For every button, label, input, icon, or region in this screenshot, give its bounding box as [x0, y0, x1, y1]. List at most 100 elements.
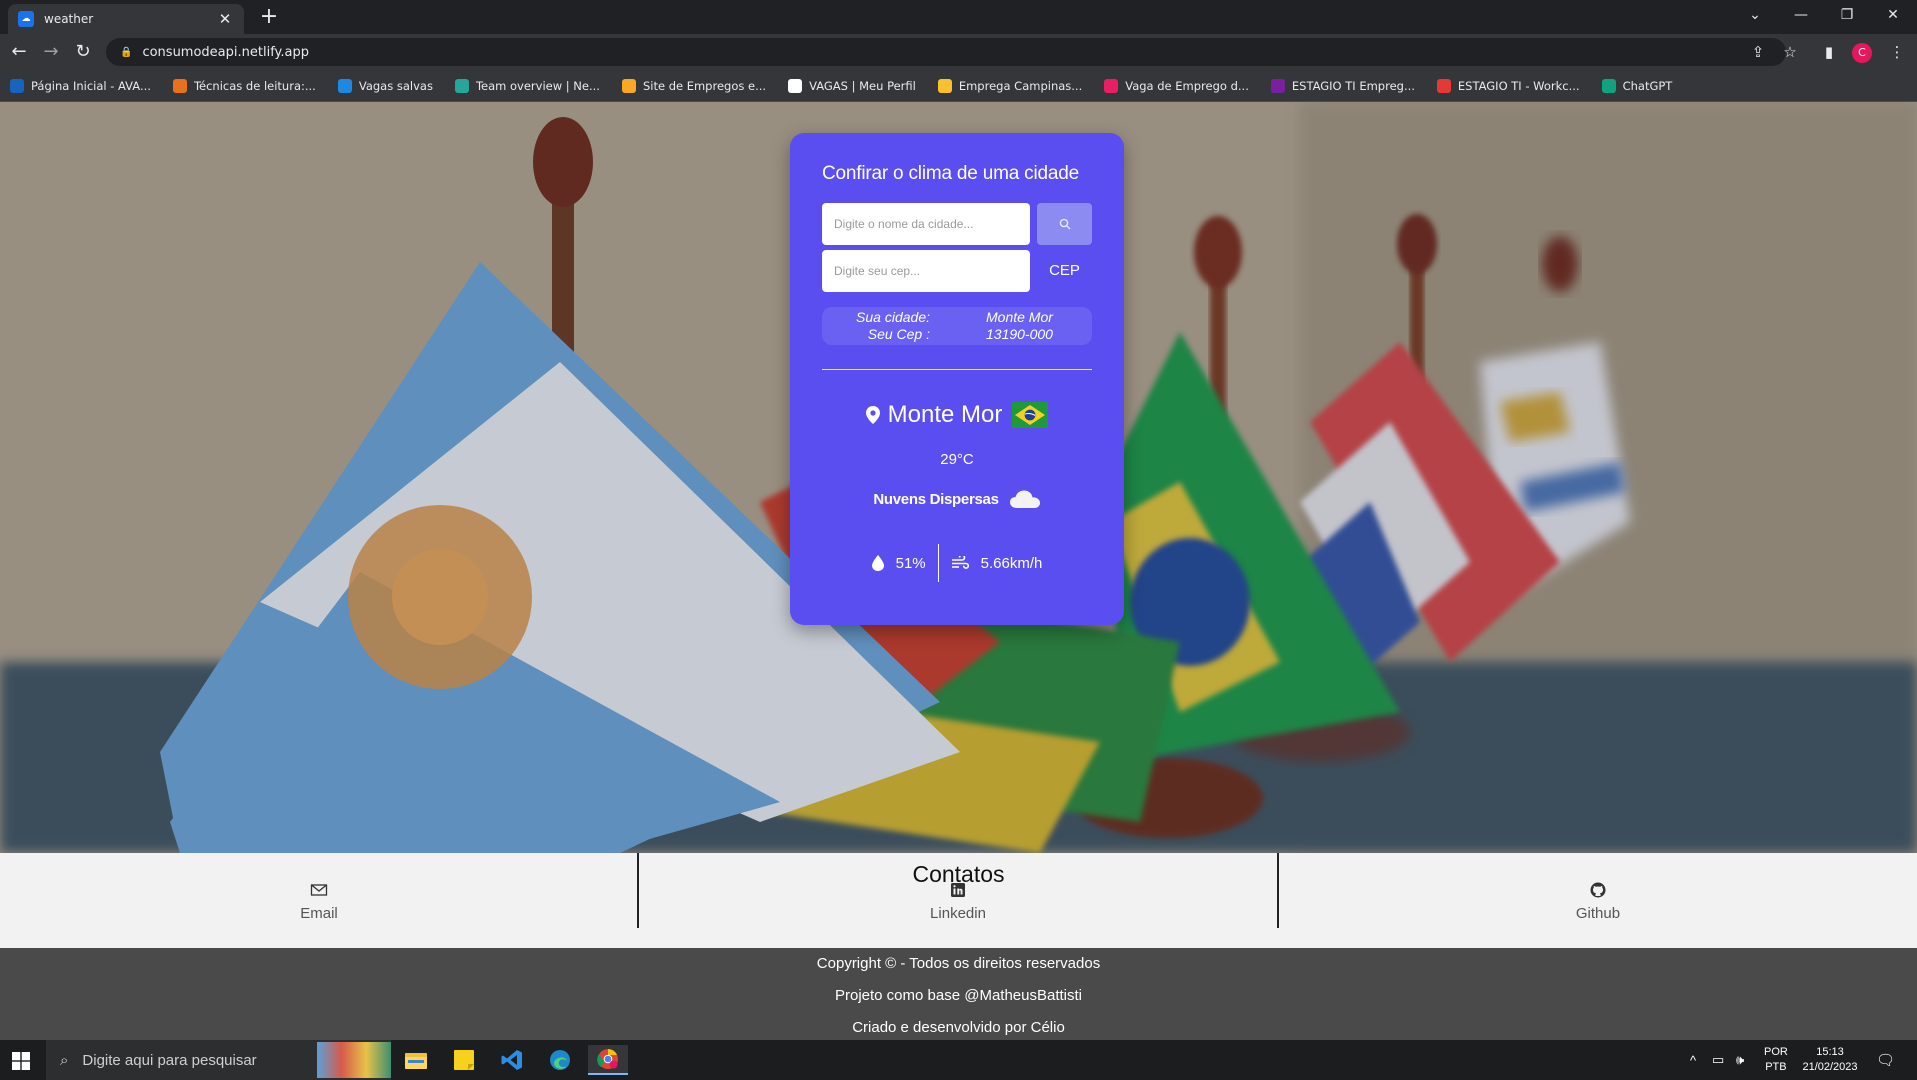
tab-title: weather [44, 12, 94, 26]
bookmark-label: Site de Empregos e... [642, 78, 767, 93]
bookmark-item[interactable]: Vagas salvas [337, 78, 433, 93]
address-bar[interactable]: 🔒 consumodeapi.netlify.app [106, 38, 1786, 66]
windows-taskbar: ⌕ Digite aqui para pesquisar ^ ▭ 🕪 POR P… [0, 1040, 1917, 1080]
bookmark-favicon-icon [621, 78, 636, 93]
taskbar-search-box[interactable]: ⌕ Digite aqui para pesquisar [46, 1040, 391, 1080]
tab-strip: ☁ weather ✕ + ⌄ — ❐ ✕ [0, 0, 1917, 34]
location-pin-icon [865, 406, 880, 424]
taskbar-file-explorer-icon[interactable] [396, 1045, 436, 1075]
cep-input[interactable] [822, 250, 1030, 292]
city-heading: Monte Mor [790, 401, 1124, 429]
share-icon[interactable]: ⇪ [1744, 38, 1772, 66]
bookmark-favicon-icon [1436, 78, 1451, 93]
menu-kebab-icon[interactable]: ⋮ [1883, 38, 1911, 66]
brazil-flag-icon [1012, 402, 1049, 428]
back-icon[interactable]: ← [5, 38, 33, 66]
restore-icon[interactable]: ❐ [1824, 0, 1870, 30]
windows-start-icon[interactable] [12, 1052, 30, 1070]
bookmark-item[interactable]: Site de Empregos e... [621, 78, 767, 93]
bookmark-label: Vaga de Emprego d... [1125, 78, 1249, 93]
tab-search-chevron-icon[interactable]: ⌄ [1732, 0, 1778, 30]
weather-details: 51% 5.66km/h [790, 543, 1124, 583]
clock[interactable]: 15:13 21/02/2023 [1798, 1040, 1862, 1080]
wind-icon [951, 556, 969, 569]
browser-toolbar: ← → ↻ 🔒 consumodeapi.netlify.app ⇪ ☆ ▮ C… [0, 34, 1917, 70]
tab-close-icon[interactable]: ✕ [216, 10, 234, 28]
language-indicator[interactable]: POR PTB [1764, 1040, 1788, 1080]
cloud-icon [1009, 490, 1040, 508]
bookmark-favicon-icon [1104, 78, 1119, 93]
contact-email[interactable]: Email [0, 881, 638, 945]
cep-button[interactable]: CEP [1037, 250, 1092, 292]
lock-icon: 🔒 [120, 46, 133, 58]
droplet-icon [871, 555, 884, 571]
cep-label: Seu Cep : [867, 326, 930, 342]
bookmark-item[interactable]: VAGAS | Meu Perfil [788, 78, 916, 93]
city-value: Monte Mor [986, 309, 1053, 325]
bookmark-item[interactable]: Página Inicial - AVA... [10, 78, 151, 93]
weather-card: Confirar o clima de uma cidade CEP Sua c… [790, 133, 1124, 625]
notification-center-icon[interactable]: 🗨 [1876, 1040, 1895, 1080]
search-icon [1059, 218, 1070, 230]
bookmark-label: VAGAS | Meu Perfil [809, 78, 916, 93]
contact-email-label: Email [300, 905, 338, 922]
bookmark-favicon-icon [172, 78, 187, 93]
side-panel-icon[interactable]: ▮ [1815, 38, 1843, 66]
contact-linkedin[interactable]: Linkedin [639, 881, 1277, 945]
taskbar-sticky-notes-icon[interactable] [444, 1045, 484, 1075]
bookmark-item[interactable]: ESTAGIO TI - Workc... [1436, 78, 1580, 93]
site-footer: Copyright © - Todos os direitos reservad… [0, 948, 1917, 1040]
bookmark-label: ESTAGIO TI - Workc... [1457, 78, 1580, 93]
bookmark-label: Emprega Campinas... [958, 78, 1083, 93]
hero-background: Confirar o clima de uma cidade CEP Sua c… [0, 102, 1917, 853]
taskbar-edge-icon[interactable] [540, 1045, 580, 1075]
bookmark-favicon-icon [337, 78, 352, 93]
bookmark-item[interactable]: Emprega Campinas... [937, 78, 1083, 93]
bookmark-favicon-icon [788, 78, 803, 93]
minimize-icon[interactable]: — [1778, 0, 1824, 30]
bookmark-favicon-icon [1270, 78, 1285, 93]
weather-description: Nuvens Dispersas [873, 490, 999, 508]
city-search-input[interactable] [822, 203, 1030, 245]
humidity: 51% [871, 555, 926, 572]
bookmark-label: ESTAGIO TI Empreg... [1291, 78, 1415, 93]
clock-date: 21/02/2023 [1802, 1061, 1858, 1073]
contact-github[interactable]: Github [1279, 881, 1917, 945]
bookmark-favicon-icon [454, 78, 469, 93]
card-divider [822, 369, 1092, 370]
bookmark-star-icon[interactable]: ☆ [1776, 38, 1804, 66]
city-name: Monte Mor [887, 401, 1003, 428]
forward-icon[interactable]: → [37, 38, 65, 66]
contact-linkedin-label: Linkedin [930, 905, 986, 922]
bookmark-item[interactable]: ChatGPT [1601, 78, 1673, 93]
project-credit-text: Projeto como base @MatheusBattisti [834, 987, 1082, 1004]
reload-icon[interactable]: ↻ [69, 38, 97, 66]
contact-github-label: Github [1575, 905, 1621, 922]
taskbar-search-icon: ⌕ [60, 1051, 69, 1069]
volume-icon[interactable]: 🕪 [1736, 1040, 1744, 1080]
bookmark-item[interactable]: Vaga de Emprego d... [1104, 78, 1249, 93]
bookmark-item[interactable]: ESTAGIO TI Empreg... [1270, 78, 1415, 93]
tab-favicon-icon: ☁ [18, 11, 34, 27]
tab-weather[interactable]: ☁ weather ✕ [8, 4, 244, 34]
github-icon [1590, 882, 1606, 898]
bookmark-favicon-icon [937, 78, 952, 93]
window-close-icon[interactable]: ✕ [1870, 0, 1916, 30]
keyboard-layout: PTB [1765, 1061, 1787, 1073]
weather-description-row: Nuvens Dispersas [790, 489, 1124, 509]
wind: 5.66km/h [951, 555, 1042, 572]
bookmark-label: Técnicas de leitura:... [193, 78, 316, 93]
new-tab-button[interactable]: + [256, 4, 282, 30]
taskbar-chrome-icon[interactable] [588, 1045, 628, 1075]
bookmark-label: ChatGPT [1622, 78, 1673, 93]
bookmark-item[interactable]: Team overview | Ne... [454, 78, 600, 93]
page: Confirar o clima de uma cidade CEP Sua c… [0, 102, 1917, 1040]
copyright-text: Copyright © - Todos os direitos reservad… [816, 955, 1101, 972]
tray-overflow-chevron-icon[interactable]: ^ [1690, 1040, 1696, 1080]
linkedin-icon [951, 883, 965, 897]
search-button[interactable] [1037, 203, 1092, 245]
profile-avatar[interactable]: C [1852, 43, 1872, 63]
bookmark-item[interactable]: Técnicas de leitura:... [172, 78, 316, 93]
taskbar-vscode-icon[interactable] [492, 1045, 532, 1075]
network-icon[interactable]: ▭ [1712, 1040, 1724, 1080]
